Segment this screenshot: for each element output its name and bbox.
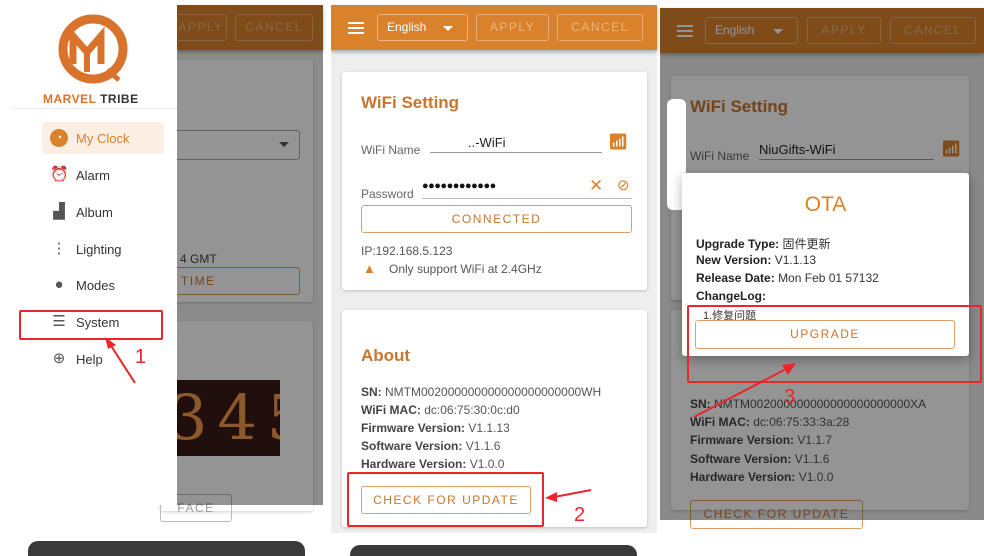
language-select[interactable]: English	[377, 14, 468, 41]
warning-icon: ▲	[363, 261, 376, 276]
annotation-step-1: 1	[135, 346, 147, 368]
wifi-icon[interactable]: 📶︎	[608, 132, 628, 152]
menu-label: My Clock	[76, 130, 130, 146]
annotation-arrow-1	[105, 337, 136, 384]
wifi-warning: Only support WiFi at 2.4GHz	[389, 262, 542, 276]
menu-item-my-clock[interactable]: ◔ My Clock	[42, 122, 164, 154]
traffic-light-icon: ⋮	[51, 240, 67, 257]
nav-drawer: MARVEL TRIBE ◔ My Clock ⏰ Alarm ▟ Album ⋮ Li…	[10, 0, 177, 505]
ip-address: IP:192.168.5.123	[361, 244, 453, 258]
cancel-button[interactable]: CANCEL	[557, 14, 643, 41]
annotation-step-3: 3	[784, 386, 796, 408]
menu-item-lighting[interactable]: ⋮ Lighting	[42, 233, 164, 265]
about-row-sn: SN: NMTM002000000000000000000000WH	[361, 385, 602, 399]
wifi-name-input[interactable]: ..-WiFi	[430, 135, 602, 153]
palette-icon: ●	[54, 276, 64, 293]
chevron-down-icon	[443, 26, 453, 36]
screen-ota: English APPLY CANCEL WiFi Setting WiFi N…	[660, 0, 984, 556]
hamburger-menu-icon[interactable]	[348, 22, 364, 34]
annotation-arrow-2	[545, 489, 592, 502]
menu-item-album[interactable]: ▟ Album	[42, 196, 164, 228]
browser-bar	[28, 541, 305, 556]
divider	[10, 108, 177, 109]
screen-system: English APPLY CANCEL WiFi Setting WiFi N…	[331, 0, 659, 556]
annotation-step-2: 2	[574, 504, 586, 526]
menu-label: Lighting	[76, 241, 122, 257]
about-row-hardware: Hardware Version: V1.0.0	[361, 457, 505, 471]
language-value: English	[387, 20, 427, 34]
ota-changelog-label: ChangeLog:	[696, 289, 766, 303]
ota-new-version: New Version: V1.1.13	[696, 253, 817, 267]
apply-button[interactable]: APPLY	[476, 14, 549, 41]
ota-upgrade-type: Upgrade Type: 固件更新	[696, 237, 831, 251]
ota-title: OTA	[804, 193, 847, 216]
screen-menu: APPLY CANCEL 4 GMT TIME 345 FACE MARVEL …	[0, 0, 330, 556]
annotation-box-1	[19, 310, 163, 340]
wifi-setting-title: WiFi Setting	[361, 93, 460, 112]
app-header: English APPLY CANCEL	[331, 5, 657, 50]
wifi-name-label: WiFi Name	[361, 143, 421, 157]
browser-bar	[350, 545, 637, 556]
password-label: Password	[361, 187, 414, 201]
about-row-software: Software Version: V1.1.6	[361, 439, 501, 453]
album-icon: ▟	[53, 203, 65, 220]
lifebuoy-icon: ⊕	[52, 350, 66, 367]
menu-item-modes[interactable]: ● Modes	[42, 269, 164, 301]
menu-label: Modes	[76, 277, 116, 293]
clear-icon[interactable]: ✕	[589, 176, 603, 196]
brand-name: MARVEL TRIBE	[43, 92, 139, 106]
wifi-setting-card: WiFi Setting WiFi Name ..-WiFi 📶︎ Passwo…	[342, 72, 647, 290]
alarm-icon: ⏰	[50, 166, 69, 183]
clock-icon: ◔	[50, 129, 68, 147]
menu-label: Help	[76, 351, 103, 367]
menu-item-alarm[interactable]: ⏰ Alarm	[42, 159, 164, 191]
about-row-mac: WiFi MAC: dc:06:75:30:0c:d0	[361, 403, 520, 417]
annotation-box-2	[347, 472, 544, 527]
about-row-firmware: Firmware Version: V1.1.13	[361, 421, 510, 435]
marvel-tribe-logo	[58, 14, 128, 84]
connected-button[interactable]: CONNECTED	[361, 205, 632, 233]
eye-off-icon[interactable]: ⊘	[617, 176, 630, 194]
menu-label: Album	[76, 204, 113, 220]
about-title: About	[361, 346, 411, 365]
ota-release-date: Release Date: Mon Feb 01 57132	[696, 271, 879, 285]
menu-label: Alarm	[76, 167, 110, 183]
